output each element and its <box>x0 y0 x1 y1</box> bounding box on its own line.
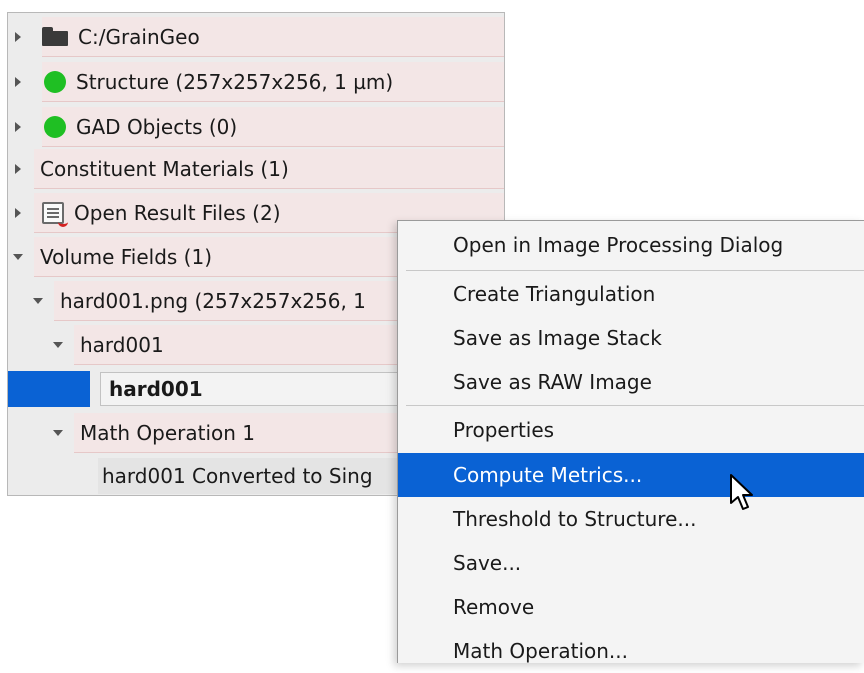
green-status-icon <box>44 71 66 93</box>
menu-item-properties[interactable]: Properties <box>398 408 864 452</box>
tree-item-constituent-materials[interactable]: Constituent Materials (1) <box>8 147 504 191</box>
expand-arrow-icon[interactable] <box>15 32 21 42</box>
menu-item-save[interactable]: Save... <box>398 541 864 585</box>
menu-item-label: Properties <box>453 418 555 442</box>
expand-arrow-icon[interactable] <box>15 164 21 174</box>
tree-item-label: Structure (257x257x256, 1 µm) <box>76 70 394 94</box>
menu-item-label: Threshold to Structure... <box>453 507 697 531</box>
tree-item-label: Open Result Files (2) <box>74 201 281 225</box>
expand-arrow-icon[interactable] <box>15 122 21 132</box>
tree-item-label: hard001 <box>80 333 164 357</box>
expand-arrow-icon[interactable] <box>15 208 21 218</box>
menu-item-label: Save as Image Stack <box>453 326 662 350</box>
mouse-pointer-icon <box>730 474 753 510</box>
folder-icon <box>42 27 68 47</box>
context-menu: Open in Image Processing Dialog Create T… <box>397 220 864 663</box>
collapse-arrow-icon[interactable] <box>53 430 63 436</box>
menu-separator <box>406 270 864 271</box>
menu-item-label: Open in Image Processing Dialog <box>453 233 784 257</box>
tree-item-label: Math Operation 1 <box>80 421 255 445</box>
menu-item-label: Math Operation... <box>453 639 628 663</box>
menu-item-label: Create Triangulation <box>453 282 656 306</box>
menu-item-create-triangulation[interactable]: Create Triangulation <box>398 272 864 316</box>
menu-item-save-image-stack[interactable]: Save as Image Stack <box>398 316 864 360</box>
menu-item-open-image-processing[interactable]: Open in Image Processing Dialog <box>398 223 864 267</box>
menu-separator <box>406 405 864 406</box>
menu-item-remove[interactable]: Remove <box>398 585 864 629</box>
collapse-arrow-icon[interactable] <box>13 254 23 260</box>
tree-item-label: hard001.png (257x257x256, 1 <box>60 289 366 313</box>
tree-item-root-folder[interactable]: C:/GrainGeo <box>8 15 504 59</box>
selection-highlight <box>8 371 90 407</box>
collapse-arrow-icon[interactable] <box>33 298 43 304</box>
tree-item-structure[interactable]: Structure (257x257x256, 1 µm) <box>8 60 504 104</box>
tree-item-label: GAD Objects (0) <box>76 115 238 139</box>
menu-item-label: Save... <box>453 551 522 575</box>
expand-arrow-icon[interactable] <box>15 77 21 87</box>
menu-item-threshold-to-structure[interactable]: Threshold to Structure... <box>398 497 864 541</box>
menu-item-math-operation[interactable]: Math Operation... <box>398 629 864 673</box>
menu-item-save-raw-image[interactable]: Save as RAW Image <box>398 360 864 404</box>
menu-item-label: Compute Metrics... <box>453 463 643 487</box>
tree-item-gad-objects[interactable]: GAD Objects (0) <box>8 105 504 149</box>
result-file-icon <box>42 202 68 227</box>
menu-item-label: Save as RAW Image <box>453 370 652 394</box>
menu-item-label: Remove <box>453 595 535 619</box>
tree-item-label: hard001 <box>109 377 203 401</box>
tree-item-label: C:/GrainGeo <box>78 25 200 49</box>
menu-item-compute-metrics[interactable]: Compute Metrics... <box>398 453 864 497</box>
tree-item-label: Volume Fields (1) <box>40 245 213 269</box>
tree-item-label: hard001 Converted to Sing <box>102 464 373 488</box>
collapse-arrow-icon[interactable] <box>53 342 63 348</box>
green-status-icon <box>44 116 66 138</box>
tree-item-label: Constituent Materials (1) <box>40 157 289 181</box>
